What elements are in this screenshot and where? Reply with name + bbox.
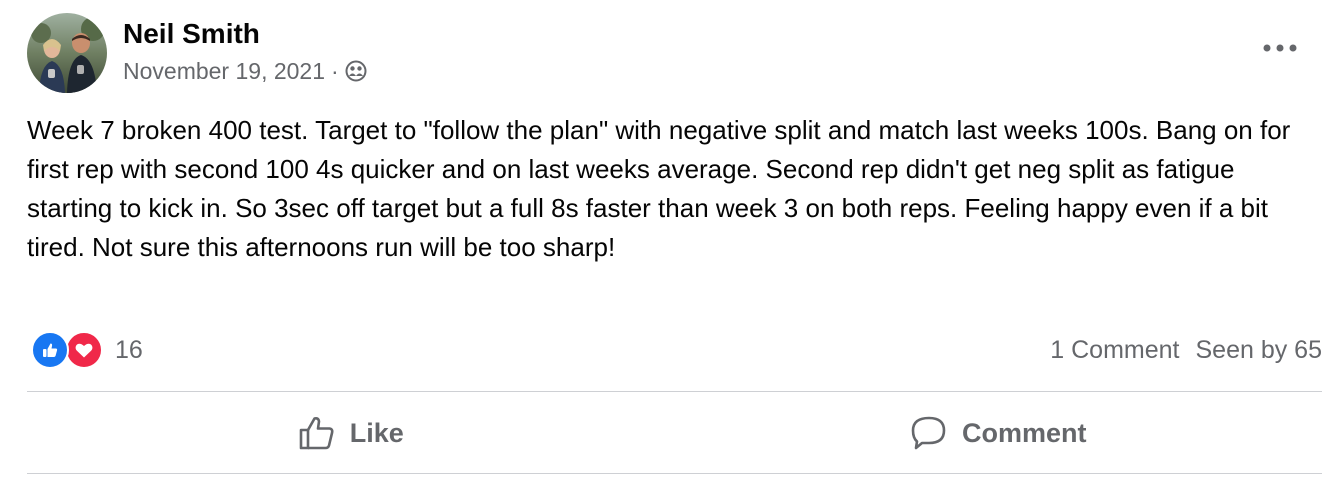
more-options-icon	[1263, 39, 1297, 57]
avatar-photo	[27, 13, 107, 93]
love-reaction-icon	[65, 331, 103, 369]
comment-count-link[interactable]: 1 Comment	[1050, 336, 1179, 365]
reactions-row: 16 1 Comment Seen by 65	[31, 330, 1322, 370]
comment-icon	[910, 415, 948, 451]
reaction-icons	[31, 331, 105, 369]
post-stats: 1 Comment Seen by 65	[1050, 336, 1322, 365]
comment-button[interactable]: Comment	[675, 393, 1323, 473]
like-reaction-icon	[31, 331, 69, 369]
reaction-count: 16	[115, 335, 143, 364]
post-date[interactable]: November 19, 2021	[123, 56, 325, 86]
post-card: Neil Smith November 19, 2021 · Week 7 br…	[0, 0, 1334, 478]
action-bar: Like Comment	[27, 393, 1322, 473]
divider	[27, 473, 1322, 474]
like-label: Like	[349, 417, 404, 448]
avatar[interactable]	[27, 13, 107, 93]
post-meta: Neil Smith November 19, 2021 ·	[123, 13, 367, 86]
author-name[interactable]: Neil Smith	[123, 16, 367, 52]
seen-by-link[interactable]: Seen by 65	[1196, 336, 1323, 365]
post-text: Week 7 broken 400 test. Target to "follo…	[27, 115, 1298, 262]
divider	[27, 391, 1322, 392]
thumbs-up-icon	[298, 415, 336, 451]
post-header: Neil Smith November 19, 2021 ·	[27, 13, 367, 93]
post-subline: November 19, 2021 ·	[123, 56, 367, 86]
reactions-summary[interactable]: 16	[31, 331, 143, 369]
more-options-button[interactable]	[1260, 36, 1300, 60]
separator-dot: ·	[331, 58, 339, 84]
like-button[interactable]: Like	[27, 393, 675, 473]
friends-icon[interactable]	[345, 60, 367, 82]
comment-label: Comment	[961, 417, 1087, 448]
